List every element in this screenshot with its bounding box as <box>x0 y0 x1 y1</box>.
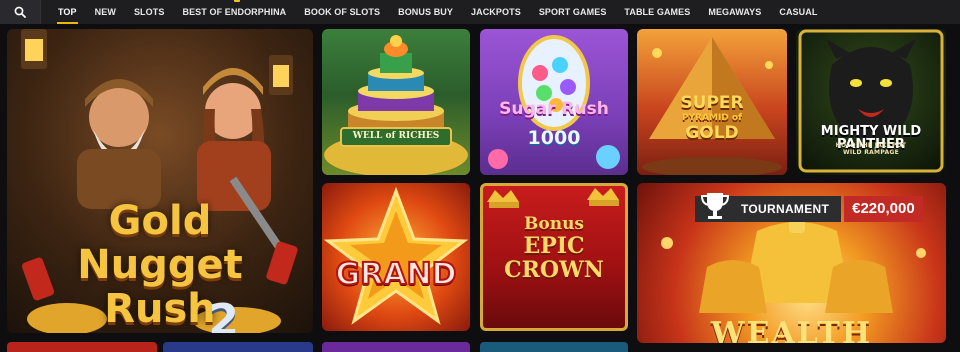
game-title: Sugar Rush <box>499 99 609 119</box>
game-title-number: 1000 <box>527 127 581 149</box>
search-icon <box>14 6 26 18</box>
game-title-line: GOLD <box>685 123 739 143</box>
nav-tab-bonus-buy[interactable]: BONUS BUY <box>389 0 462 24</box>
game-subtitle-line: WILD RAMPAGE <box>842 149 900 156</box>
nav-tab-sport-games[interactable]: SPORT GAMES <box>530 0 616 24</box>
game-title: SUPER PYRAMID of GOLD <box>637 95 787 144</box>
game-title: WEALTH <box>710 316 873 344</box>
game-tile-gold-nugget-rush-2[interactable]: Gold Nugget Rush 2 <box>7 29 313 333</box>
game-title-line: EPIC <box>523 233 585 259</box>
game-tile-sugar-rush-1000[interactable]: Sugar Rush 1000 <box>480 29 628 175</box>
game-tile-well-of-riches[interactable]: WELL of RICHES <box>322 29 470 175</box>
game-title-line: Gold <box>108 198 212 244</box>
nav-tab-jackpots[interactable]: JACKPOTS <box>462 0 530 24</box>
game-title-line: SUPER <box>680 93 744 113</box>
game-title-line: Rush <box>104 286 216 332</box>
game-title: WELL of RICHES <box>340 127 452 147</box>
game-tile-partial[interactable] <box>480 342 628 352</box>
game-tile-wealth-tournament[interactable]: TOURNAMENT €220,000 WEALTH <box>637 183 946 343</box>
game-tile-partial[interactable] <box>7 342 157 352</box>
nav-tab-slots[interactable]: SLOTS <box>125 0 174 24</box>
game-title: Gold Nugget Rush <box>7 201 313 333</box>
game-title-line: Nugget <box>77 242 243 288</box>
game-tile-partial[interactable] <box>163 342 313 352</box>
tournament-prize: €220,000 <box>844 196 923 222</box>
promo-marker-icon <box>234 0 241 2</box>
game-tile-mighty-wild-panther[interactable]: MIGHTY WILD PANTHER HOLD THE JACKPOT WIL… <box>796 29 946 175</box>
game-title-line: CROWN <box>504 257 604 283</box>
game-title: Bonus EPIC CROWN <box>483 216 625 283</box>
game-title-number: 2 <box>208 295 239 333</box>
game-title: GRAND <box>335 256 458 293</box>
nav-tab-table-games[interactable]: TABLE GAMES <box>615 0 699 24</box>
game-subtitle: HOLD THE JACKPOT WILD RAMPAGE <box>796 143 946 157</box>
search-button[interactable] <box>0 0 41 24</box>
game-tile-partial[interactable] <box>322 342 470 352</box>
top-nav-bar: TOP NEW SLOTS BEST OF ENDORPHINA BOOK OF… <box>0 0 960 24</box>
game-tile-grand[interactable]: GRAND <box>322 183 470 331</box>
category-nav: TOP NEW SLOTS BEST OF ENDORPHINA BOOK OF… <box>41 0 826 24</box>
game-tile-super-pyramid-of-gold[interactable]: SUPER PYRAMID of GOLD <box>637 29 787 175</box>
nav-tab-best-of-endorphina[interactable]: BEST OF ENDORPHINA <box>173 0 295 24</box>
fountain-artwork <box>324 35 468 175</box>
trophy-icon <box>700 193 730 219</box>
nav-tab-book-of-slots[interactable]: BOOK OF SLOTS <box>295 0 389 24</box>
game-title-line: PYRAMID of <box>681 113 743 123</box>
game-tile-bonus-epic-crown[interactable]: Bonus EPIC CROWN <box>480 183 628 331</box>
nav-tab-megaways[interactable]: MEGAWAYS <box>699 0 770 24</box>
nav-tab-best-of-endorphina-label: BEST OF ENDORPHINA <box>182 7 287 17</box>
nav-tab-casual[interactable]: CASUAL <box>770 0 826 24</box>
nav-tab-top[interactable]: TOP <box>49 0 86 24</box>
nav-tab-new[interactable]: NEW <box>86 0 125 24</box>
game-title-line: Bonus <box>524 214 584 234</box>
